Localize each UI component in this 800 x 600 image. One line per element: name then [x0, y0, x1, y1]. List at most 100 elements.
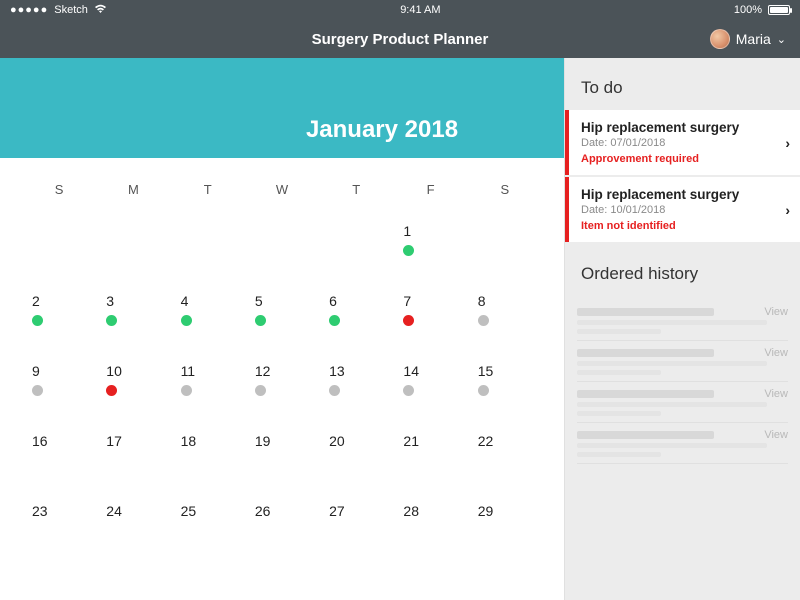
calendar-day[interactable]: 22: [468, 433, 542, 473]
todo-status: Item not identified: [581, 220, 788, 232]
carrier-label: Sketch: [54, 4, 88, 16]
calendar-day[interactable]: 29: [468, 503, 542, 543]
calendar-day[interactable]: 24: [96, 503, 170, 543]
chevron-right-icon: ›: [785, 202, 790, 218]
battery-percent: 100%: [734, 4, 762, 16]
day-number: 1: [403, 223, 467, 239]
calendar-day[interactable]: 14: [393, 363, 467, 403]
day-number: 22: [478, 433, 542, 449]
todo-status: Approvement required: [581, 153, 788, 165]
calendar-day[interactable]: 5: [245, 293, 319, 333]
calendar-day[interactable]: 6: [319, 293, 393, 333]
chevron-down-icon: ⌄: [777, 33, 786, 46]
status-dot-icon: [478, 315, 489, 326]
history-item[interactable]: View: [577, 341, 788, 382]
view-link[interactable]: View: [764, 429, 788, 441]
day-number: 4: [181, 293, 245, 309]
weekday-label: T: [319, 182, 393, 197]
status-dot-icon: [255, 315, 266, 326]
calendar-title: January 2018: [306, 116, 458, 144]
calendar-day[interactable]: 2: [22, 293, 96, 333]
status-time: 9:41 AM: [400, 4, 440, 16]
view-link[interactable]: View: [764, 347, 788, 359]
skeleton-line: [577, 402, 767, 407]
weekday-row: SMTWTFS: [22, 182, 542, 197]
calendar-day[interactable]: 7: [393, 293, 467, 333]
calendar-day[interactable]: 12: [245, 363, 319, 403]
todo-section-title: To do: [565, 58, 800, 110]
day-number: 26: [255, 503, 319, 519]
history-section-title: Ordered history: [565, 244, 800, 296]
weekday-label: S: [468, 182, 542, 197]
history-item[interactable]: View: [577, 423, 788, 464]
calendar-day[interactable]: 3: [96, 293, 170, 333]
calendar-day[interactable]: 21: [393, 433, 467, 473]
view-link[interactable]: View: [764, 388, 788, 400]
skeleton-line: [577, 370, 661, 375]
calendar-day[interactable]: 23: [22, 503, 96, 543]
signal-dots-icon: ●●●●●: [10, 4, 48, 16]
day-number: 5: [255, 293, 319, 309]
calendar-day[interactable]: 20: [319, 433, 393, 473]
day-number: 25: [181, 503, 245, 519]
day-number: 13: [329, 363, 393, 379]
skeleton-line: [577, 390, 714, 398]
day-number: 29: [478, 503, 542, 519]
status-dot-icon: [329, 385, 340, 396]
calendar-day[interactable]: 9: [22, 363, 96, 403]
day-number: 11: [181, 363, 245, 379]
todo-item[interactable]: Hip replacement surgeryDate: 07/01/2018A…: [565, 110, 800, 175]
calendar-day[interactable]: 27: [319, 503, 393, 543]
history-item[interactable]: View: [577, 382, 788, 423]
day-number: 27: [329, 503, 393, 519]
status-dot-icon: [403, 245, 414, 256]
calendar-day[interactable]: 16: [22, 433, 96, 473]
skeleton-line: [577, 443, 767, 448]
user-menu[interactable]: Maria ⌄: [710, 29, 786, 49]
skeleton-line: [577, 452, 661, 457]
day-number: 28: [403, 503, 467, 519]
calendar-day[interactable]: 8: [468, 293, 542, 333]
avatar-icon: [710, 29, 730, 49]
history-item[interactable]: View: [577, 300, 788, 341]
status-dot-icon: [106, 385, 117, 396]
day-number: 7: [403, 293, 467, 309]
day-number: 15: [478, 363, 542, 379]
calendar-day[interactable]: 18: [171, 433, 245, 473]
day-number: 20: [329, 433, 393, 449]
nav-bar: Surgery Product Planner Maria ⌄: [0, 20, 800, 58]
skeleton-line: [577, 361, 767, 366]
user-name: Maria: [736, 31, 771, 47]
calendar-day: [96, 223, 170, 263]
todo-item[interactable]: Hip replacement surgeryDate: 10/01/2018I…: [565, 177, 800, 242]
day-number: 3: [106, 293, 170, 309]
status-dot-icon: [478, 385, 489, 396]
calendar-day[interactable]: 1: [393, 223, 467, 263]
day-number: 12: [255, 363, 319, 379]
status-dot-icon: [255, 385, 266, 396]
calendar-day[interactable]: 13: [319, 363, 393, 403]
battery-icon: [768, 5, 790, 15]
calendar-day[interactable]: 26: [245, 503, 319, 543]
app-title: Surgery Product Planner: [312, 31, 489, 48]
calendar-day[interactable]: 4: [171, 293, 245, 333]
day-number: 19: [255, 433, 319, 449]
calendar-day[interactable]: 11: [171, 363, 245, 403]
status-dot-icon: [32, 385, 43, 396]
view-link[interactable]: View: [764, 306, 788, 318]
todo-date: Date: 07/01/2018: [581, 137, 788, 149]
day-number: 14: [403, 363, 467, 379]
calendar-day[interactable]: 17: [96, 433, 170, 473]
calendar-day[interactable]: 28: [393, 503, 467, 543]
weekday-label: S: [22, 182, 96, 197]
status-dot-icon: [403, 385, 414, 396]
skeleton-line: [577, 308, 714, 316]
skeleton-line: [577, 411, 661, 416]
calendar-day[interactable]: 25: [171, 503, 245, 543]
calendar-day[interactable]: 10: [96, 363, 170, 403]
calendar-day[interactable]: 15: [468, 363, 542, 403]
status-dot-icon: [403, 315, 414, 326]
day-number: 21: [403, 433, 467, 449]
calendar-day: [245, 223, 319, 263]
calendar-day[interactable]: 19: [245, 433, 319, 473]
